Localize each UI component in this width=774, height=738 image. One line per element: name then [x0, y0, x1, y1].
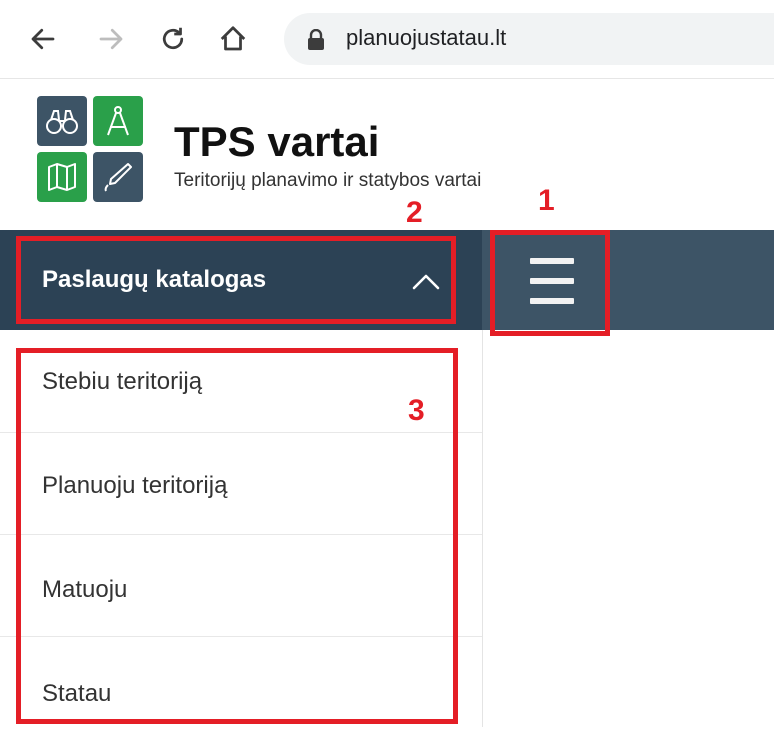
logo-tile [93, 96, 143, 146]
annotation-box-2 [16, 236, 456, 324]
annotation-box-3 [16, 348, 458, 724]
annotation-number-1: 1 [538, 184, 555, 217]
pen-icon [104, 163, 132, 192]
reload-button[interactable] [156, 22, 190, 56]
browser-toolbar: planuojustatau.lt [0, 0, 774, 79]
home-button[interactable] [216, 22, 250, 56]
site-title[interactable]: TPS vartai [174, 118, 379, 166]
map-icon [48, 163, 76, 191]
annotation-box-1 [490, 230, 610, 336]
compass-icon [107, 106, 129, 136]
home-icon [220, 26, 246, 51]
annotation-number-3: 3 [408, 394, 425, 427]
url-text: planuojustatau.lt [346, 25, 507, 50]
logo-tile [93, 152, 143, 202]
logo-tile [37, 96, 87, 146]
lock-icon [308, 29, 324, 50]
forward-arrow-icon [99, 28, 123, 50]
site-logo[interactable] [37, 96, 145, 204]
site-subtitle: Teritorijų planavimo ir statybos vartai [174, 170, 482, 191]
reload-icon [162, 27, 184, 50]
back-arrow-icon [31, 28, 55, 50]
back-button[interactable] [26, 22, 60, 56]
forward-button[interactable] [94, 22, 128, 56]
binoculars-icon [46, 110, 78, 134]
annotation-number-2: 2 [406, 196, 423, 229]
logo-tile [37, 152, 87, 202]
address-bar[interactable]: planuojustatau.lt [284, 13, 774, 65]
